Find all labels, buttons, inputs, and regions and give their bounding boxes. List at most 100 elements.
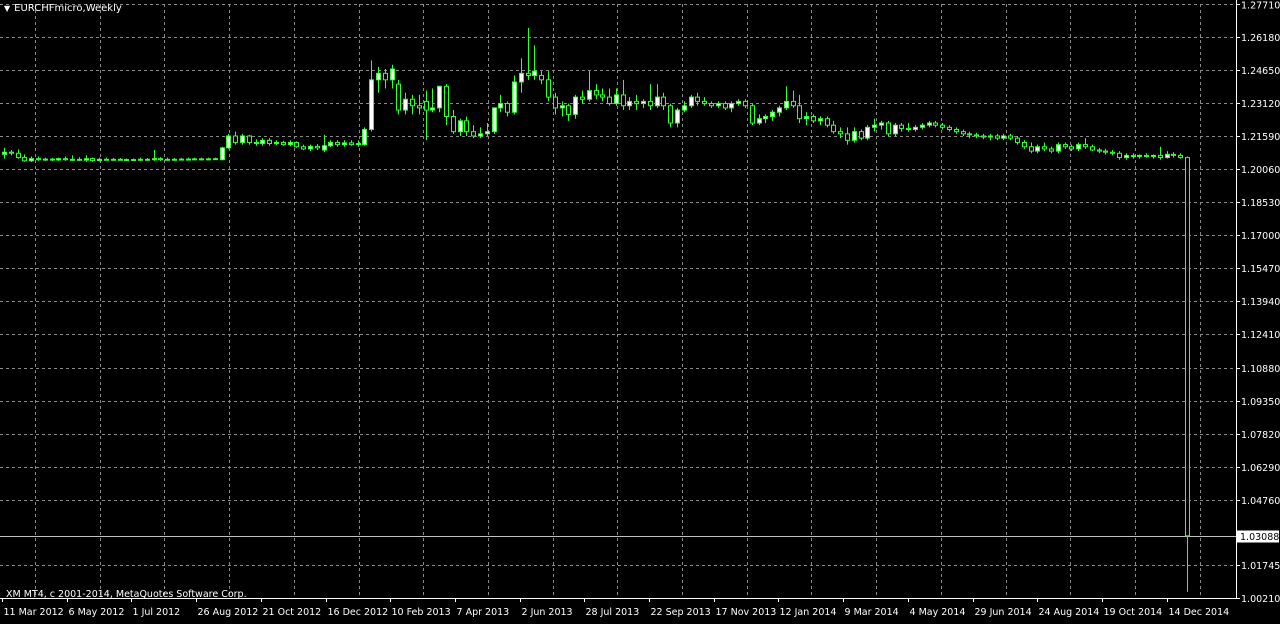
x-tick-label: 7 Apr 2013	[457, 607, 510, 618]
candle	[866, 125, 870, 140]
y-tick-label: 1.24650	[1241, 66, 1280, 77]
candle-body	[119, 159, 123, 160]
candle-body	[445, 86, 449, 116]
x-tick-label: 1 Jul 2012	[133, 607, 181, 618]
candle-body	[1023, 142, 1027, 146]
candle-body	[778, 108, 782, 112]
candle	[397, 80, 401, 115]
x-tick-label: 19 Oct 2014	[1104, 607, 1163, 618]
triangle-down-icon[interactable]: ▼	[4, 3, 10, 15]
candle-body	[37, 159, 41, 160]
candle-body	[234, 136, 238, 142]
y-tick-label: 1.21590	[1241, 132, 1280, 143]
x-tick-label: 21 Oct 2012	[263, 607, 322, 618]
candle-body	[608, 97, 612, 103]
candle-body	[968, 134, 972, 135]
y-tick-label: 1.09350	[1241, 397, 1280, 408]
candle-body	[989, 136, 993, 137]
candle-body	[900, 125, 904, 128]
x-tick-label: 24 Aug 2014	[1039, 607, 1100, 618]
candle-body	[520, 73, 524, 82]
candle-body	[17, 153, 21, 157]
candle	[493, 108, 497, 134]
y-tick-label: 1.10880	[1241, 364, 1280, 375]
candle-body	[921, 125, 925, 127]
candle-body	[771, 112, 775, 116]
candle-body	[1030, 147, 1034, 151]
x-tick-label: 17 Nov 2013	[716, 607, 777, 618]
x-tick-label: 16 Dec 2012	[328, 607, 389, 618]
candle-body	[1159, 155, 1163, 157]
candle-body	[370, 80, 374, 130]
y-tick-label: 1.20060	[1241, 165, 1280, 176]
candle-body	[438, 86, 442, 108]
candle-body	[1125, 155, 1129, 157]
candle-body	[581, 97, 585, 99]
y-tick-label: 1.27710	[1241, 1, 1280, 12]
y-tick-label: 1.01745	[1241, 561, 1280, 572]
candle-body	[1016, 138, 1020, 142]
candle-body	[540, 75, 544, 79]
y-tick-label: 1.06290	[1241, 463, 1280, 474]
candle-body	[819, 119, 823, 121]
candle	[295, 141, 299, 147]
candle-body	[1098, 150, 1102, 151]
candle-body	[1070, 147, 1074, 149]
candle-body	[1043, 147, 1047, 149]
candle-body	[57, 159, 61, 160]
candle-body	[499, 104, 503, 108]
candle-body	[812, 117, 816, 121]
chart-window[interactable]: 1.277101.261801.246501.231201.215901.200…	[0, 0, 1280, 620]
candle-body	[282, 142, 286, 144]
candle-body	[642, 101, 646, 103]
candle-body	[567, 106, 571, 115]
candle-body	[1050, 149, 1054, 151]
candle-body	[1091, 147, 1095, 150]
candle-body	[601, 95, 605, 97]
candle-body	[1104, 151, 1108, 152]
y-tick-label: 1.13940	[1241, 297, 1280, 308]
candle-body	[1172, 154, 1176, 155]
candlestick-chart[interactable]: 1.277101.261801.246501.231201.215901.200…	[0, 0, 1280, 620]
x-tick-label: 22 Sep 2013	[651, 607, 711, 618]
candle-body	[860, 132, 864, 138]
candle-body	[1138, 155, 1142, 156]
candle-body	[268, 140, 272, 143]
x-tick-label: 14 Dec 2014	[1169, 607, 1230, 618]
candle-body	[649, 101, 653, 105]
candle-body	[261, 140, 265, 143]
x-tick-label: 26 Aug 2012	[198, 607, 259, 618]
candle-body	[1186, 158, 1190, 536]
candle-body	[295, 142, 299, 146]
candle-body	[377, 73, 381, 79]
candle-body	[737, 101, 741, 103]
candle-body	[1118, 153, 1122, 157]
candle-body	[880, 123, 884, 125]
candle-body	[472, 132, 476, 136]
candle-body	[64, 159, 68, 160]
candle-body	[173, 159, 177, 160]
candle-body	[85, 159, 89, 161]
candle	[690, 95, 694, 108]
candle-body	[30, 159, 34, 161]
candle-body	[459, 121, 463, 132]
chart-title[interactable]: ▼EURCHFmicro,Weekly	[4, 3, 122, 15]
candle-body	[730, 104, 734, 108]
candle-body	[166, 159, 170, 160]
candle-body	[363, 129, 367, 144]
candle-body	[962, 132, 966, 134]
candle-body	[384, 73, 388, 79]
candle-body	[465, 121, 469, 132]
candle-body	[486, 132, 490, 134]
candle-body	[826, 119, 830, 125]
candle-body	[132, 160, 136, 161]
candle-body	[153, 159, 157, 160]
candle-body	[411, 99, 415, 105]
candle-body	[744, 101, 748, 105]
candle-body	[309, 146, 313, 149]
candle-body	[955, 129, 959, 131]
candle-body	[907, 128, 911, 129]
candle-body	[724, 104, 728, 108]
candle	[363, 127, 367, 145]
candle-body	[683, 106, 687, 110]
